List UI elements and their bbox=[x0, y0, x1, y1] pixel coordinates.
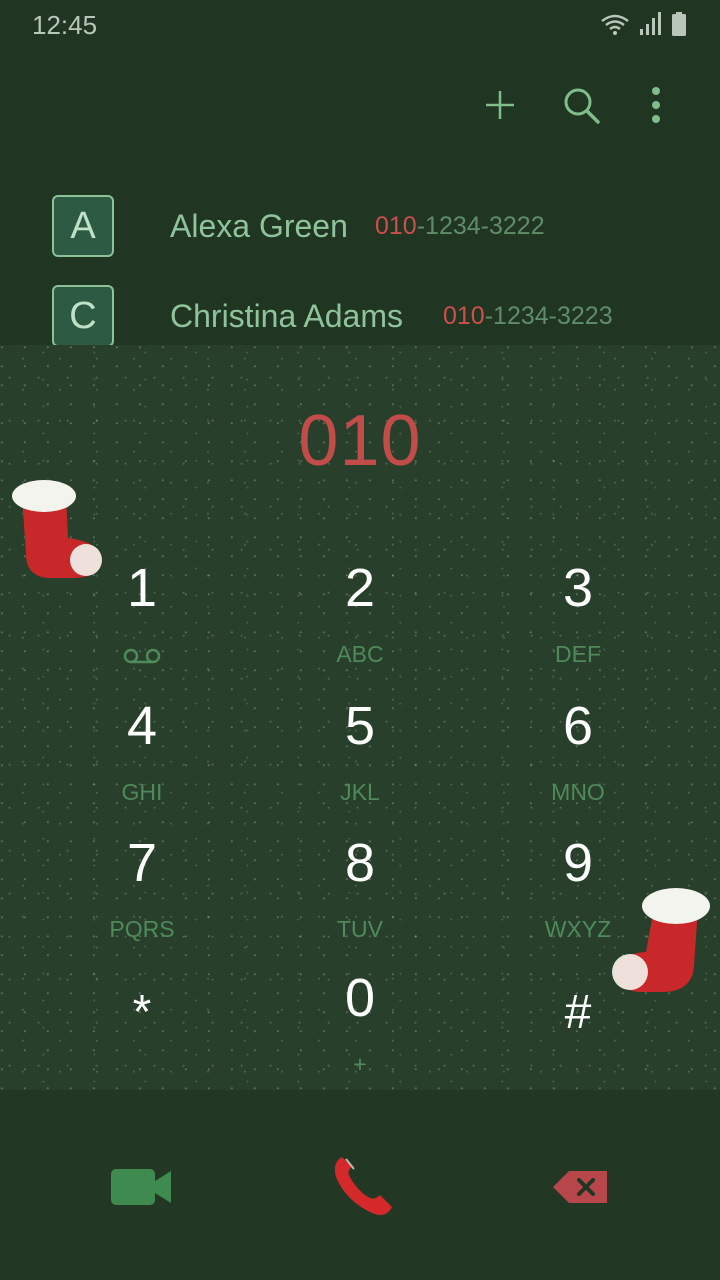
stocking-decoration bbox=[606, 878, 712, 1003]
contact-name: Alexa Green bbox=[170, 208, 348, 244]
number-rest: -1234-3223 bbox=[484, 302, 613, 330]
key-3[interactable]: 3 DEF bbox=[478, 557, 678, 677]
key-digit: 4 bbox=[126, 696, 158, 756]
avatar: A bbox=[52, 195, 114, 257]
key-letters: MNO bbox=[551, 779, 605, 805]
key-letters: PQRS bbox=[109, 916, 175, 942]
search-icon[interactable] bbox=[558, 82, 604, 128]
key-digit: 5 bbox=[344, 696, 376, 756]
key-hash[interactable]: # bbox=[478, 985, 678, 1105]
key-6[interactable]: 6 MNO bbox=[478, 695, 678, 815]
key-digit: 8 bbox=[344, 833, 376, 893]
key-digit: 7 bbox=[126, 833, 158, 893]
stocking-decoration bbox=[8, 476, 108, 589]
contact-number: 010-1234-3222 bbox=[375, 212, 545, 241]
dial-input[interactable]: 010 bbox=[0, 400, 720, 482]
video-call-icon[interactable] bbox=[100, 1160, 184, 1214]
signal-icon bbox=[640, 12, 662, 41]
key-0[interactable]: 0 + bbox=[260, 967, 460, 1087]
bottom-action-bar bbox=[0, 1090, 720, 1280]
number-rest: -1234-3222 bbox=[416, 212, 545, 240]
dialer-screen: 12:45 A Alexa Green 010-1234-3222 C Chri… bbox=[0, 0, 720, 1280]
key-7[interactable]: 7 PQRS bbox=[42, 832, 242, 952]
contact-name: Christina Adams bbox=[170, 298, 403, 334]
contact-item[interactable]: A Alexa Green 010-1234-3222 bbox=[0, 190, 720, 270]
key-5[interactable]: 5 JKL bbox=[260, 695, 460, 815]
key-digit: * bbox=[132, 986, 152, 1039]
backspace-icon[interactable] bbox=[540, 1160, 620, 1214]
battery-icon bbox=[672, 12, 686, 41]
key-letters: JKL bbox=[340, 779, 380, 805]
key-letters: TUV bbox=[337, 916, 383, 942]
key-2[interactable]: 2 ABC bbox=[260, 557, 460, 677]
key-letters: GHI bbox=[121, 779, 163, 805]
key-digit: 6 bbox=[562, 696, 594, 756]
more-options-icon[interactable] bbox=[633, 82, 679, 128]
key-letters: DEF bbox=[555, 641, 601, 667]
call-icon[interactable] bbox=[318, 1146, 408, 1226]
key-digit: 0 bbox=[344, 968, 376, 1028]
wifi-icon bbox=[600, 12, 630, 41]
voicemail-icon bbox=[122, 647, 162, 670]
number-match: 010 bbox=[375, 212, 417, 240]
key-star[interactable]: * bbox=[42, 985, 242, 1105]
key-digit: 2 bbox=[344, 558, 376, 618]
number-match: 010 bbox=[443, 302, 485, 330]
key-letters: ABC bbox=[336, 641, 384, 667]
status-bar: 12:45 bbox=[0, 0, 720, 50]
status-icons bbox=[600, 12, 686, 41]
key-digit: 3 bbox=[562, 558, 594, 618]
key-8[interactable]: 8 TUV bbox=[260, 832, 460, 952]
key-letters: + bbox=[353, 1051, 367, 1077]
add-icon[interactable] bbox=[477, 82, 523, 128]
status-time: 12:45 bbox=[32, 10, 98, 40]
avatar: C bbox=[52, 285, 114, 347]
contact-number: 010-1234-3223 bbox=[443, 302, 613, 331]
key-4[interactable]: 4 GHI bbox=[42, 695, 242, 815]
